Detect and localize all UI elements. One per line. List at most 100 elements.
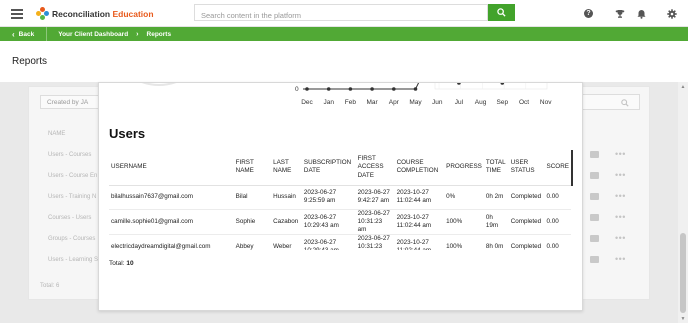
nav-divider (46, 27, 48, 41)
back-button[interactable]: ‹ Back (12, 30, 34, 39)
users-total-label: Total: (109, 260, 125, 267)
more-options-icon[interactable]: ••• (615, 171, 626, 180)
page-scrollbar-thumb[interactable] (680, 233, 686, 313)
data-point (500, 83, 505, 85)
download-icon[interactable] (590, 151, 599, 158)
more-options-icon[interactable]: ••• (615, 213, 626, 222)
column-header[interactable]: USER STATUS (508, 150, 545, 186)
column-header[interactable]: FIRST NAME (233, 150, 272, 186)
brand-logo[interactable]: Reconciliation Education (36, 7, 154, 20)
report-row-actions: ••• (590, 192, 626, 201)
report-row-actions: ••• (590, 150, 626, 159)
report-row-actions: ••• (590, 255, 626, 264)
chevron-right-icon: › (136, 30, 139, 38)
table-row: bilalhussain7637@gmail.com Bilal Hussain… (109, 185, 571, 210)
trophy-icon (615, 9, 625, 18)
chart-decoration (141, 83, 177, 86)
x-tick-label: Apr (389, 99, 400, 106)
users-table-header-row: USERNAME FIRST NAME LAST NAME SUBSCRIPTI… (109, 150, 571, 186)
subscription-date-cell: 2023-06-27 10:29:43 am (301, 209, 356, 235)
breadcrumb-reports: Reports (146, 30, 172, 38)
report-row[interactable]: Users - Courses (48, 152, 91, 158)
username-cell: bilalhussain7637@gmail.com (109, 185, 234, 210)
score-cell: 0.00 (544, 185, 571, 210)
download-icon[interactable] (590, 172, 599, 179)
y-tick-label: 0 (295, 86, 299, 93)
bell-icon (637, 9, 646, 19)
scroll-up-icon[interactable]: ▲ (680, 84, 686, 90)
column-header[interactable]: USERNAME (109, 150, 234, 186)
created-by-filter[interactable]: Created by JA (40, 95, 100, 109)
column-header[interactable]: SCORE (544, 150, 571, 186)
username-cell: camille.sophie01@gmail.com (109, 209, 234, 235)
report-row-actions: ••• (590, 213, 626, 222)
data-point (370, 87, 374, 91)
report-row-actions: ••• (590, 234, 626, 243)
x-tick-label: Aug (475, 99, 487, 106)
breadcrumb-dashboard[interactable]: Your Client Dashboard (58, 31, 128, 38)
column-header[interactable]: SUBSCRIPTION DATE (301, 150, 356, 186)
more-options-icon[interactable]: ••• (615, 255, 626, 264)
settings-button[interactable] (667, 0, 677, 27)
download-icon[interactable] (590, 193, 599, 200)
last-name-cell: Weber (271, 234, 302, 250)
report-row[interactable]: Users - Learning S (48, 257, 98, 263)
chevron-left-icon: ‹ (12, 29, 15, 39)
notifications-button[interactable] (637, 0, 646, 27)
report-row[interactable]: Groups - Courses (48, 236, 95, 242)
data-point (348, 87, 353, 91)
column-header[interactable]: COURSE COMPLETION (394, 150, 445, 186)
hamburger-menu-icon[interactable] (11, 9, 23, 19)
table-row: electricdaydreamdigital@gmail.com Abbey … (109, 234, 571, 250)
chart-grid-box (434, 83, 548, 90)
x-tick-label: Dec (301, 99, 313, 106)
download-icon[interactable] (590, 256, 599, 263)
first-access-date-cell: 2023-06-27 9:42:27 am (355, 185, 395, 210)
course-completion-cell: 2023-10-27 11:02:44 am (394, 209, 445, 235)
scroll-down-icon[interactable]: ▼ (680, 316, 686, 322)
x-tick-label: Sep (497, 99, 509, 106)
reports-name-header: NAME (48, 131, 66, 137)
report-row-actions: ••• (590, 171, 626, 180)
more-options-icon[interactable]: ••• (615, 150, 626, 159)
column-header[interactable]: PROGRESS (444, 150, 484, 186)
score-cell: 0.00 (544, 234, 571, 250)
search-icon (621, 99, 629, 107)
search-input[interactable] (195, 8, 487, 23)
column-header[interactable]: TOTAL TIME (483, 150, 509, 186)
report-row[interactable]: Courses - Users (48, 215, 91, 221)
first-name-cell: Sophie (233, 209, 272, 235)
subscription-date-cell: 2023-06-27 10:29:43 am (301, 234, 356, 250)
help-button[interactable]: ? (584, 0, 593, 27)
search-icon (497, 8, 506, 17)
report-row[interactable]: Users - Training N (48, 194, 96, 200)
x-tick-label: Oct (519, 99, 529, 106)
download-icon[interactable] (590, 235, 599, 242)
search-button[interactable] (488, 4, 515, 21)
reports-search-input[interactable] (580, 94, 640, 110)
first-name-cell: Abbey (233, 234, 272, 250)
progress-cell: 0% (444, 185, 484, 210)
last-name-cell: Hussain (271, 185, 302, 210)
score-cell: 0.00 (544, 209, 571, 235)
total-time-cell: 0h 2m (483, 185, 509, 210)
reports-total: Total: 6 (40, 283, 60, 289)
download-icon[interactable] (590, 214, 599, 221)
column-header[interactable]: LAST NAME (271, 150, 302, 186)
column-header[interactable]: FIRST ACCESS DATE (355, 150, 395, 186)
progress-cell: 100% (444, 209, 484, 235)
table-scrollbar[interactable] (571, 150, 573, 186)
gear-icon (667, 8, 677, 19)
breadcrumb-bar: ‹ Back Your Client Dashboard › Reports (0, 27, 688, 41)
x-tick-label: Feb (345, 99, 357, 106)
more-options-icon[interactable]: ••• (615, 192, 626, 201)
top-bar: Reconciliation Education ? (0, 0, 688, 27)
x-tick-label: Jun (432, 99, 443, 106)
trophy-button[interactable] (615, 0, 625, 27)
subscription-date-cell: 2023-06-27 9:25:59 am (301, 185, 356, 210)
report-row[interactable]: Users - Course En (48, 173, 97, 179)
search-box (194, 4, 488, 23)
x-tick-label: Mar (366, 99, 378, 106)
more-options-icon[interactable]: ••• (615, 234, 626, 243)
users-table-wrapper[interactable]: USERNAME FIRST NAME LAST NAME SUBSCRIPTI… (109, 150, 571, 250)
